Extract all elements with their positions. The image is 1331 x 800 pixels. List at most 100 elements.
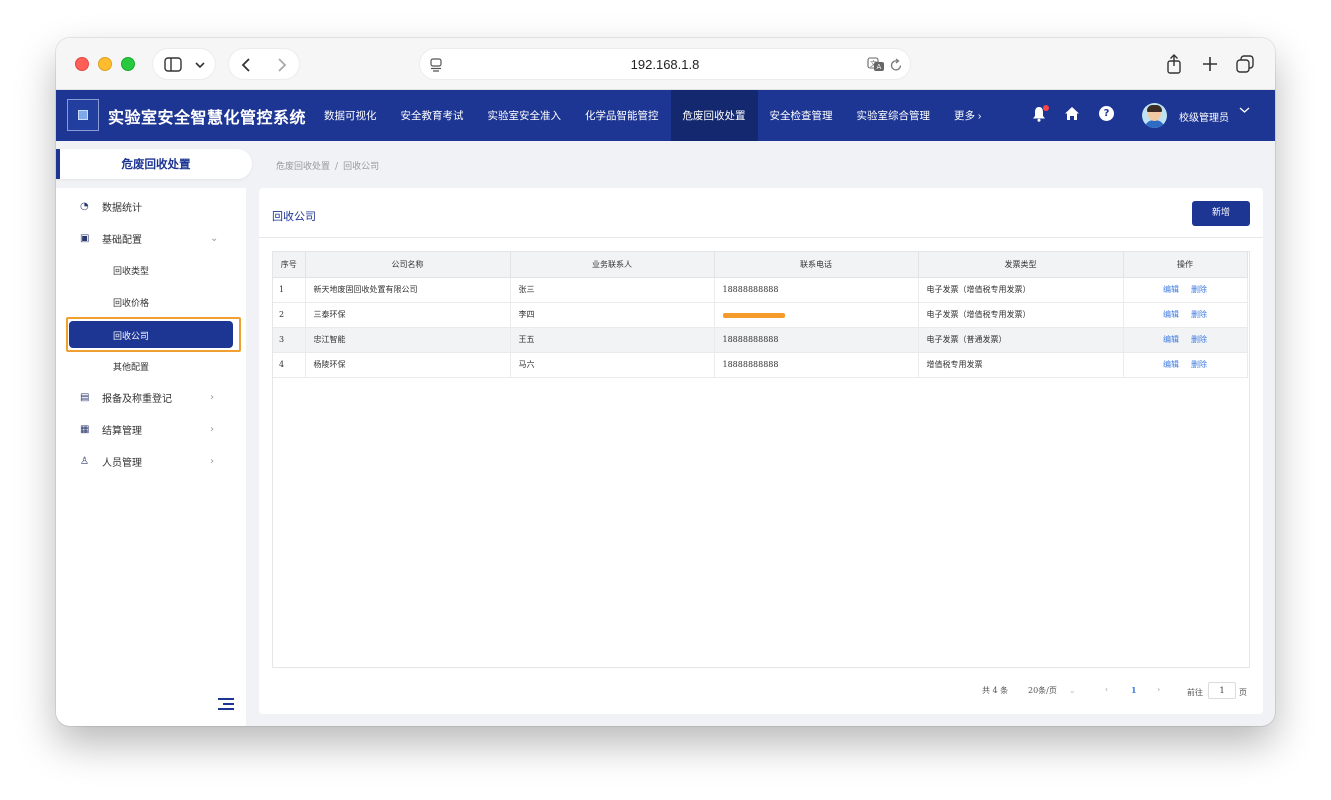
cell-invoice: 电子发票（增值税专用发票）: [918, 302, 1124, 328]
sidebar-item-report-weighing[interactable]: ▤ 报备及称重登记 ›: [56, 385, 246, 409]
sidebar-subitem-label: 回收类型: [113, 266, 150, 277]
cell-ops: 编辑 删除: [1123, 277, 1248, 303]
chevron-down-icon: ⌄: [1068, 686, 1076, 695]
back-icon[interactable]: [241, 57, 251, 73]
cell-invoice: 电子发票（增值税专用发票）: [918, 277, 1124, 303]
address-bar[interactable]: 192.168.1.8 文A: [419, 48, 911, 80]
page-suffix: 页: [1239, 688, 1247, 697]
avatar[interactable]: [1142, 103, 1167, 128]
sidebar-header: 危废回收处置: [56, 149, 252, 179]
document-icon: ▤: [80, 391, 90, 403]
home-icon[interactable]: [1064, 106, 1080, 121]
sidebar-item-label: 人员管理: [102, 457, 142, 469]
table-row: 3 忠江智能 王五 18888888888 电子发票（普通发票） 编辑 删除: [273, 327, 1248, 353]
receipt-icon: ▦: [80, 423, 90, 435]
edit-link[interactable]: 编辑: [1163, 285, 1179, 294]
cell-company: 三泰环保: [305, 302, 511, 328]
nav-data-visualization[interactable]: 数据可视化: [312, 90, 389, 141]
table-row: 2 三泰环保 李四 电子发票（增值税专用发票） 编辑 删除: [273, 302, 1248, 328]
tab-overview-icon[interactable]: [1236, 55, 1254, 77]
sidebar-subitem-label: 回收价格: [113, 298, 150, 309]
chevron-right-icon: ›: [210, 423, 214, 435]
svg-text:A: A: [877, 63, 882, 71]
cell-phone: 18888888888: [714, 352, 919, 378]
delete-link[interactable]: 删除: [1191, 335, 1207, 344]
column-header-ops: 操作: [1123, 252, 1248, 278]
sidebar-item-staff[interactable]: ♙ 人员管理 ›: [56, 449, 246, 473]
table-row: 1 新天地废固回收处置有限公司 张三 18888888888 电子发票（增值税专…: [273, 277, 1248, 303]
share-icon[interactable]: [1166, 54, 1182, 78]
prev-page-icon[interactable]: ‹: [1105, 685, 1108, 694]
sidebar-subitem-recycle-company[interactable]: 回收公司: [69, 321, 233, 348]
current-page[interactable]: 1: [1131, 685, 1137, 695]
nav-lab-access[interactable]: 实验室安全准入: [476, 90, 574, 141]
zoom-window-button[interactable]: [121, 57, 135, 71]
collapse-sidebar-icon[interactable]: [218, 697, 234, 711]
app-title: 实验室安全智慧化管控系统: [108, 110, 307, 127]
sidebar-item-label: 结算管理: [102, 425, 142, 437]
notification-dot: [1043, 105, 1049, 111]
nav-lab-management[interactable]: 实验室综合管理: [845, 90, 943, 141]
goto-page-input[interactable]: 1: [1208, 682, 1236, 699]
cell-index: 2: [273, 302, 306, 328]
nav-more[interactable]: 更多 ›: [942, 90, 993, 141]
close-window-button[interactable]: [75, 57, 89, 71]
page-size-select[interactable]: 20条/页 ⌄: [1028, 685, 1076, 696]
edit-link[interactable]: 编辑: [1163, 360, 1179, 369]
sidebar: ◔ 数据统计 ▣ 基础配置 ⌄ 回收类型 回收价格 回收公司 其他配置 ▤ 报备…: [56, 188, 246, 726]
chevron-down-icon: ⌄: [210, 232, 219, 244]
main-card: 回收公司 新增 序号 公司名称 业务联系人 联系电话 发票类型 操作 1 新天地…: [259, 188, 1263, 714]
app-header: 实验室安全智慧化管控系统 数据可视化 安全教育考试 实验室安全准入 化学品智能管…: [56, 90, 1275, 141]
cell-company: 杨陵环保: [305, 352, 511, 378]
delete-link[interactable]: 删除: [1191, 360, 1207, 369]
forward-icon[interactable]: [277, 57, 287, 73]
help-icon[interactable]: ?: [1099, 106, 1114, 121]
monitor-icon: ▣: [80, 232, 90, 244]
delete-link[interactable]: 删除: [1191, 285, 1207, 294]
sidebar-item-settlement[interactable]: ▦ 结算管理 ›: [56, 417, 246, 441]
edit-link[interactable]: 编辑: [1163, 310, 1179, 319]
sidebar-subitem-other-config[interactable]: 其他配置: [56, 354, 246, 378]
breadcrumb-separator: /: [335, 162, 339, 172]
nav-safety-inspection[interactable]: 安全检查管理: [758, 90, 845, 141]
column-header-phone: 联系电话: [714, 252, 919, 278]
breadcrumb-parent[interactable]: 危废回收处置: [276, 162, 330, 172]
next-page-icon[interactable]: ›: [1157, 685, 1160, 694]
user-name[interactable]: 校级管理员: [1179, 109, 1229, 124]
cell-invoice: 电子发票（普通发票）: [918, 327, 1124, 353]
sidebar-subitem-recycle-type[interactable]: 回收类型: [56, 258, 246, 282]
column-header-company: 公司名称: [305, 252, 511, 278]
sidebar-subitem-label: 回收公司: [113, 332, 150, 342]
user-icon: ♙: [80, 455, 89, 467]
new-tab-icon[interactable]: [1202, 56, 1218, 76]
chevron-down-icon: [195, 62, 205, 69]
nav-safety-education-exam[interactable]: 安全教育考试: [389, 90, 476, 141]
chevron-down-icon[interactable]: [1239, 106, 1250, 114]
nav-hazardous-waste[interactable]: 危废回收处置: [670, 90, 758, 141]
sidebar-item-label: 报备及称重登记: [102, 393, 172, 405]
nav-chemical-management[interactable]: 化学品智能管控: [573, 90, 671, 141]
sidebar-subitem-recycle-price[interactable]: 回收价格: [56, 290, 246, 314]
sidebar-item-basic-config[interactable]: ▣ 基础配置 ⌄: [56, 226, 246, 250]
cell-contact: 李四: [510, 302, 715, 328]
sidebar-item-stats[interactable]: ◔ 数据统计: [56, 194, 246, 218]
cell-index: 1: [273, 277, 306, 303]
sidebar-toggle-button[interactable]: [152, 48, 216, 80]
page-size-value: 20条/页: [1028, 686, 1057, 695]
cell-ops: 编辑 删除: [1123, 327, 1248, 353]
add-button[interactable]: 新增: [1192, 201, 1250, 226]
cell-ops: 编辑 删除: [1123, 302, 1248, 328]
column-header-index: 序号: [273, 252, 306, 278]
goto-label: 前往: [1187, 688, 1203, 697]
app-logo: [67, 99, 99, 131]
sidebar-header-title: 危废回收处置: [121, 159, 191, 171]
delete-link[interactable]: 删除: [1191, 310, 1207, 319]
reload-icon[interactable]: [890, 58, 903, 72]
column-header-contact: 业务联系人: [510, 252, 715, 278]
edit-link[interactable]: 编辑: [1163, 335, 1179, 344]
cell-company: 忠江智能: [305, 327, 511, 353]
minimize-window-button[interactable]: [98, 57, 112, 71]
cell-ops: 编辑 删除: [1123, 352, 1248, 378]
redaction-mark: [722, 312, 785, 318]
translate-icon[interactable]: 文A: [867, 57, 885, 72]
